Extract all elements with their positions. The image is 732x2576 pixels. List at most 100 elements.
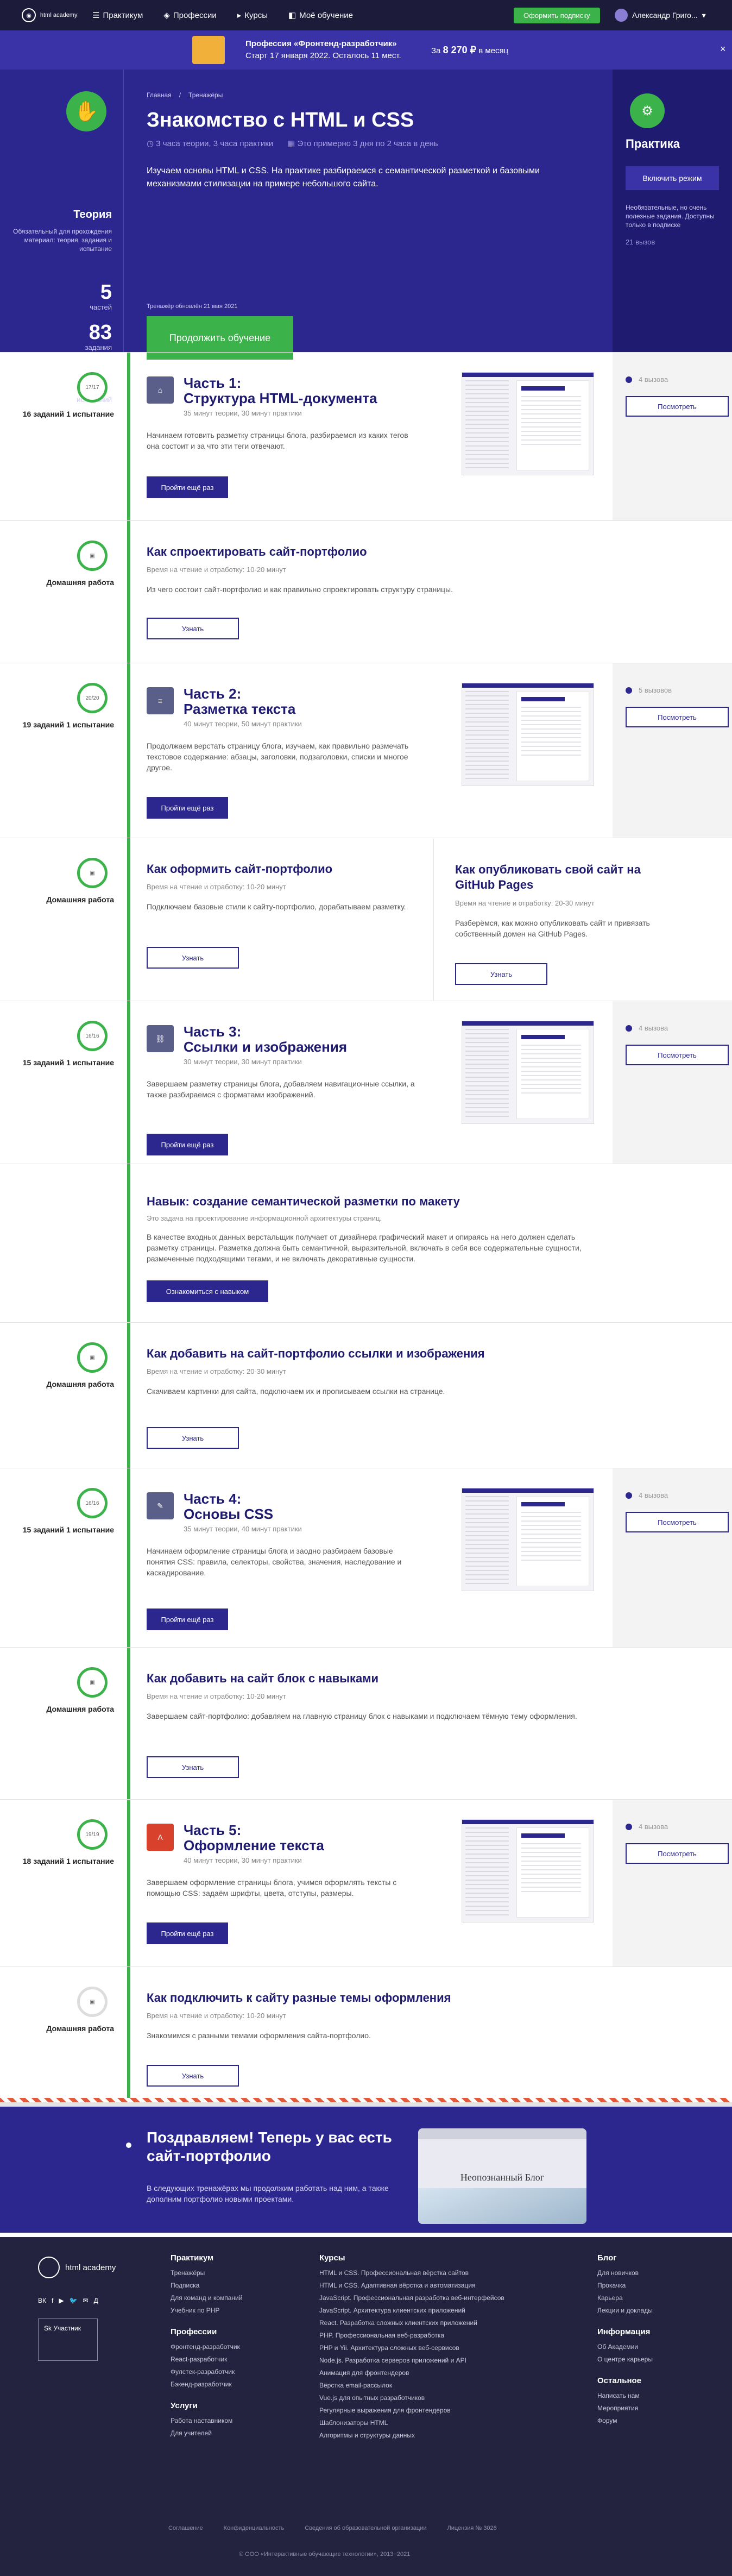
view-button[interactable]: Посмотреть [626, 1512, 729, 1532]
close-icon[interactable]: × [720, 43, 726, 55]
portfolio-preview: Неопознанный Блог [418, 2128, 586, 2224]
learn-button[interactable]: Узнать [147, 1427, 239, 1449]
skill-block: Навык: создание семантической разметки п… [0, 1164, 732, 1322]
practice-icon: ⚙ [630, 93, 665, 128]
part-icon: A [147, 1824, 174, 1851]
footer-col-praktikum: Практикум Тренажёры Подписка Для команд … [171, 2253, 243, 2437]
footer-logo[interactable]: html academy [38, 2257, 116, 2278]
promo-subtitle: Старт 17 января 2022. Осталось 11 мест. [245, 51, 401, 60]
course-description: Изучаем основы HTML и CSS. На практике р… [147, 166, 540, 189]
social-links: ВК f ▶ 🐦 ✉ Д [38, 2297, 98, 2304]
gift-box-icon [192, 36, 225, 64]
homework-title[interactable]: Как опубликовать свой сайт на GitHub Pag… [455, 862, 667, 893]
homework-icon: ▣ [77, 541, 108, 571]
twitter-icon[interactable]: 🐦 [70, 2297, 78, 2304]
homework-title[interactable]: Как оформить сайт-портфолио [147, 862, 332, 876]
homework-3: ▣ Домашняя работа Как добавить на сайт-п… [0, 1322, 732, 1468]
footer-col-courses: Курсы HTML и CSS. Профессиональная вёрст… [319, 2253, 504, 2439]
skolkovo-badge: Sk Участник [38, 2319, 98, 2361]
hero: ✋ Теория Обязательный для прохождения ма… [0, 70, 732, 352]
avatar [615, 9, 628, 22]
view-button[interactable]: Посмотреть [626, 396, 729, 417]
practice-side: 5 вызовов Посмотреть [613, 663, 732, 838]
retry-button[interactable]: Пройти ещё раз [147, 1922, 228, 1944]
timeline-end-dot [123, 2139, 135, 2151]
footer-col-blog: Блог Для новичков Прокачка Карьера Лекци… [597, 2253, 653, 2424]
user-menu[interactable]: Александр Григо... ▾ [615, 9, 706, 22]
skill-title[interactable]: Навык: создание семантической разметки п… [147, 1195, 460, 1209]
view-button[interactable]: Посмотреть [626, 1843, 729, 1864]
nav-praktikum[interactable]: ☰ Практикум [92, 10, 143, 21]
part-2: 20/20 19 заданий 1 испытание ≡ Часть 2: … [0, 663, 732, 838]
mail-icon[interactable]: ✉ [83, 2297, 89, 2304]
retry-button[interactable]: Пройти ещё раз [147, 1609, 228, 1630]
skill-button[interactable]: Ознакомиться с навыком [147, 1280, 268, 1302]
logo-icon [38, 2257, 60, 2278]
homework-4: ▣ Домашняя работа Как добавить на сайт б… [0, 1647, 732, 1799]
stat-tasks: 83 задания [85, 321, 112, 351]
learn-button[interactable]: Узнать [147, 2065, 239, 2087]
part-icon: ≡ [147, 687, 174, 714]
practice-panel: ⚙ Практика Включить режим Необязательные… [613, 70, 732, 352]
dot-icon [626, 1823, 632, 1830]
retry-button[interactable]: Пройти ещё раз [147, 476, 228, 498]
view-button[interactable]: Посмотреть [626, 1045, 729, 1065]
part-5: 19/19 18 заданий 1 испытание A Часть 5: … [0, 1799, 732, 1967]
promo-title: Профессия «Фронтенд-разработчик» [245, 39, 397, 48]
part-icon: ⛓ [147, 1025, 174, 1052]
part-progress-badge: 17/17 [77, 372, 108, 403]
breadcrumb: Главная / Тренажёры [147, 91, 223, 99]
learn-button[interactable]: Узнать [147, 618, 239, 639]
facebook-icon[interactable]: f [52, 2297, 53, 2304]
dot-icon [626, 376, 632, 383]
homework-1: ▣ Домашняя работа Как спроектировать сай… [0, 520, 732, 663]
nav-professions[interactable]: ◈ Профессии [163, 10, 216, 21]
homework-icon: ▣ [77, 1667, 108, 1698]
homework-icon: ▣ [77, 1342, 108, 1373]
homework-title[interactable]: Как добавить на сайт-портфолио ссылки и … [147, 1347, 485, 1361]
vk-icon[interactable]: ВК [38, 2297, 46, 2304]
dot-icon [626, 687, 632, 694]
congrats-title: Поздравляем! Теперь у вас есть сайт-порт… [147, 2129, 392, 2164]
part-preview-image [462, 1819, 594, 1922]
nav-my-learning[interactable]: ◧ Моё обучение [288, 10, 353, 21]
part-title[interactable]: Часть 3: Ссылки и изображения [184, 1024, 347, 1054]
copyright: © ООО «Интерактивные обучающие технологи… [239, 2551, 411, 2558]
part-title[interactable]: Часть 1: Структура HTML-документа [184, 375, 377, 406]
learn-button[interactable]: Узнать [147, 947, 239, 969]
homework-icon: ▣ [77, 858, 108, 888]
part-progress-badge: 19/19 [77, 1819, 108, 1850]
part-4: 16/16 15 заданий 1 испытание ✎ Часть 4: … [0, 1468, 732, 1648]
dzen-icon[interactable]: Д [94, 2297, 98, 2304]
practice-side: 4 вызова Посмотреть [613, 1468, 732, 1648]
promo-price: За 8 270 ₽ в месяц [431, 45, 509, 55]
theory-desc: Обязательный для прохождения материал: т… [12, 228, 112, 253]
part-title[interactable]: Часть 5: Оформление текста [184, 1823, 324, 1853]
retry-button[interactable]: Пройти ещё раз [147, 1134, 228, 1155]
site-logo[interactable]: ◉ html academy [22, 8, 92, 22]
subscribe-button[interactable]: Оформить подписку [514, 8, 600, 23]
learn-button[interactable]: Узнать [455, 963, 547, 985]
congrats-block: Поздравляем! Теперь у вас есть сайт-порт… [0, 2102, 732, 2233]
part-progress-badge: 16/16 [77, 1021, 108, 1051]
promo-banner[interactable]: Профессия «Фронтенд-разработчик» Старт 1… [0, 30, 732, 70]
learn-button[interactable]: Узнать [147, 1756, 239, 1778]
view-button[interactable]: Посмотреть [626, 707, 729, 727]
practice-side: 4 вызова Посмотреть [613, 1001, 732, 1164]
part-title[interactable]: Часть 2: Разметка текста [184, 686, 295, 717]
part-preview-image [462, 1488, 594, 1591]
nav-courses[interactable]: ▸ Курсы [237, 10, 268, 21]
practice-side: 4 вызова Посмотреть [613, 1800, 732, 1967]
course-meta: ◷ 3 часа теории, 3 часа практики ▦ Это пр… [147, 139, 438, 148]
part-progress-badge: 16/16 [77, 1488, 108, 1518]
part-icon: ⌂ [147, 376, 174, 404]
homework-title[interactable]: Как спроектировать сайт-портфолио [147, 545, 367, 559]
youtube-icon[interactable]: ▶ [59, 2297, 64, 2304]
part-title[interactable]: Часть 4: Основы CSS [184, 1491, 273, 1522]
stat-parts: 5 частей [90, 281, 112, 311]
enable-practice-button[interactable]: Включить режим [626, 166, 719, 190]
homework-title[interactable]: Как подключить к сайту разные темы оформ… [147, 1991, 451, 2005]
homework-title[interactable]: Как добавить на сайт блок с навыками [147, 1672, 378, 1686]
retry-button[interactable]: Пройти ещё раз [147, 797, 228, 819]
homework-2: ▣ Домашняя работа Как оформить сайт-порт… [0, 838, 732, 1001]
